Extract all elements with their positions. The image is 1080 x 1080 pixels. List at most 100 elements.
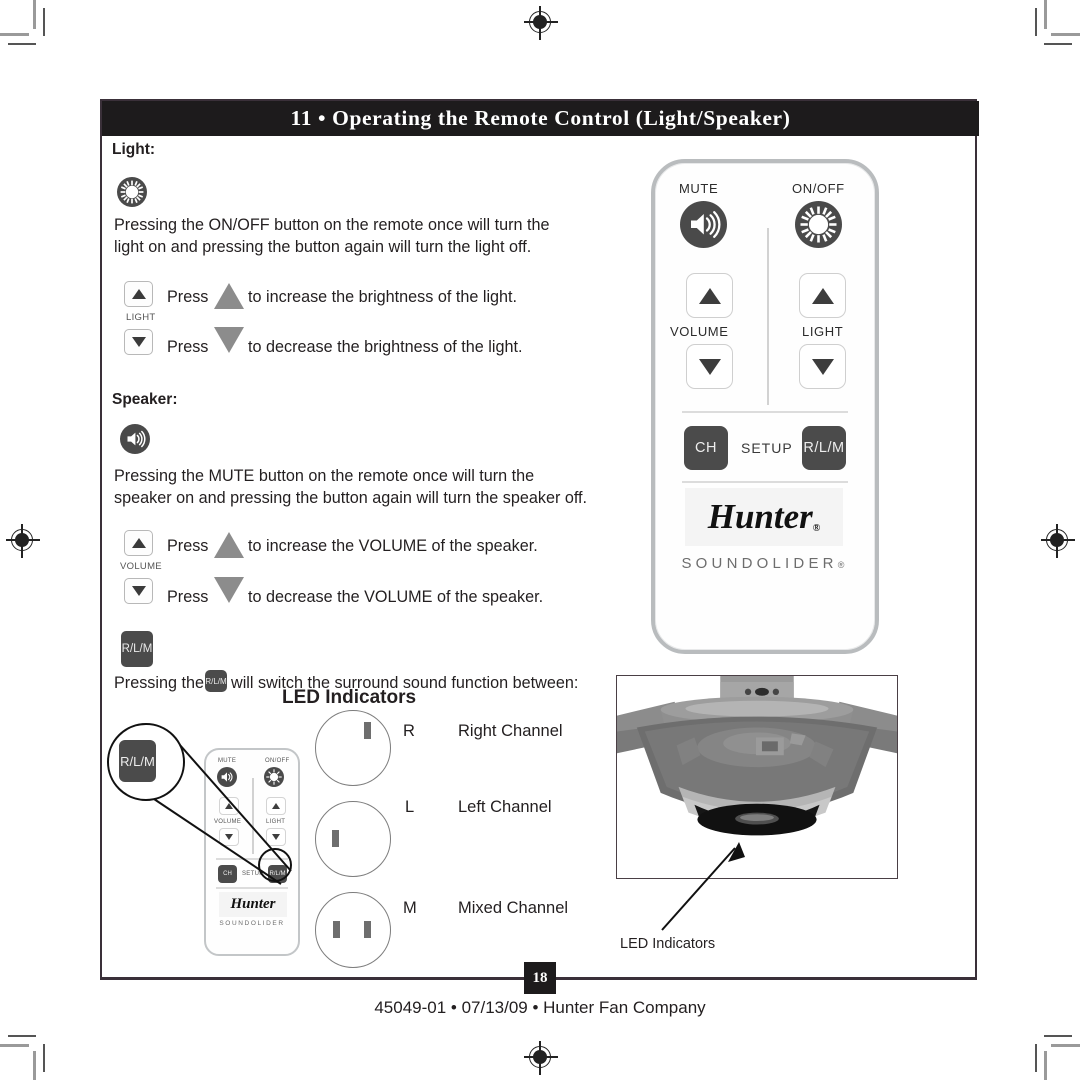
- crop-mark-br-h: [1051, 1044, 1080, 1047]
- led-light-mixed-b: [364, 921, 371, 938]
- remote-ch-button[interactable]: CH: [684, 426, 728, 470]
- volume-keycap-group-label: VOLUME: [120, 561, 162, 572]
- light-row-0-triangle-up-icon: [214, 283, 244, 309]
- soundolider-wordmark-small: SOUNDOLIDER: [219, 920, 285, 927]
- triangle-up-icon: [272, 803, 280, 809]
- hunter-wordmark-small: Hunter: [230, 896, 276, 912]
- led-light-left: [332, 830, 339, 847]
- remote-onoff-button[interactable]: [795, 201, 842, 248]
- page-number-badge: 18: [524, 962, 556, 994]
- footer-text: 45049-01 • 07/13/09 • Hunter Fan Company: [374, 998, 706, 1017]
- remote-small-ch-button[interactable]: CH: [218, 865, 237, 883]
- led-name-left: Left Channel: [458, 798, 552, 816]
- remote-volume-down-button[interactable]: [686, 344, 733, 389]
- ceiling-fan-photo-svg: [617, 676, 897, 878]
- remote-light-down-button[interactable]: [799, 344, 846, 389]
- led-indicators-heading: LED Indicators: [282, 687, 417, 708]
- soundolider-registered-mark: ®: [837, 560, 849, 570]
- speaker-row-1-triangle-down-icon: [214, 577, 244, 603]
- crop-mark-br-h2: [1044, 1035, 1072, 1037]
- remote-small-divider-lower: [216, 887, 288, 889]
- led-light-mixed-a: [333, 921, 340, 938]
- remote-small-volume-label: VOLUME: [214, 819, 242, 825]
- registration-mark-bottom: [524, 1041, 558, 1075]
- registration-mark-top: [524, 6, 558, 40]
- hunter-registered-mark: ®: [812, 523, 821, 534]
- sun-icon-svg: [800, 206, 837, 243]
- remote-small-onoff-button[interactable]: [264, 767, 284, 787]
- triangle-up-icon: [131, 289, 146, 299]
- remote-small-volume-down-button[interactable]: [219, 828, 239, 846]
- registration-mark-right: [1041, 524, 1075, 558]
- speaker-icon-svg: [691, 211, 721, 238]
- light-row-0-press: Press: [167, 288, 209, 306]
- light-up-keycap[interactable]: [124, 281, 153, 307]
- crop-mark-br-v2: [1035, 1044, 1037, 1072]
- crop-mark-bl-v: [33, 1051, 36, 1080]
- speaker-row-0-text: to increase the VOLUME of the speaker.: [248, 537, 538, 555]
- remote-light-up-button[interactable]: [799, 273, 846, 318]
- remote-small-volume-up-button[interactable]: [219, 797, 239, 815]
- remote-small-light-up-button[interactable]: [266, 797, 286, 815]
- speaker-icon-svg: [127, 430, 146, 448]
- remote-control-illustration: MUTE ON/OFF VOLUME LIGHT CH SETUP R/L/M …: [651, 159, 879, 654]
- remote-divider-upper: [682, 411, 848, 413]
- hunter-logo-small: Hunter: [219, 892, 287, 917]
- light-paragraph: Pressing the ON/OFF button on the remote…: [114, 216, 550, 256]
- speaker-row-0-triangle-up-icon: [214, 532, 244, 558]
- crop-mark-tr-v2: [1035, 8, 1037, 36]
- triangle-down-icon: [811, 358, 834, 375]
- crop-mark-bl-h2: [8, 1035, 36, 1037]
- led-name-mixed: Mixed Channel: [458, 899, 569, 917]
- remote-light-label: LIGHT: [802, 324, 844, 339]
- remote-mute-button[interactable]: [680, 201, 727, 248]
- remote-small-light-label: LIGHT: [266, 819, 286, 825]
- remote-small-mute-button[interactable]: [217, 767, 237, 787]
- led-circle-mixed: [315, 892, 391, 968]
- crop-mark-br-v: [1044, 1051, 1047, 1080]
- led-letter-left: L: [405, 798, 415, 816]
- remote-small-center-divider: [252, 778, 254, 854]
- soundolider-wordmark: SOUNDOLIDER®: [655, 555, 875, 572]
- triangle-down-icon: [131, 586, 146, 596]
- remote-volume-label: VOLUME: [670, 324, 729, 339]
- light-down-keycap[interactable]: [124, 329, 153, 355]
- led-letter-mixed: M: [403, 899, 417, 917]
- speaker-icon: [120, 424, 150, 454]
- led-light-right: [364, 722, 371, 739]
- remote-volume-up-button[interactable]: [686, 273, 733, 318]
- triangle-up-icon: [811, 287, 834, 304]
- light-row-1-text: to decrease the brightness of the light.: [248, 338, 523, 356]
- remote-center-divider: [767, 228, 769, 405]
- triangle-down-icon: [272, 834, 280, 840]
- rlm-inline-keycap[interactable]: R/L/M: [205, 670, 227, 692]
- light-row-1-triangle-down-icon: [214, 327, 244, 353]
- sun-icon: [117, 177, 147, 207]
- crop-mark-tr-h2: [1044, 43, 1072, 45]
- remote-rlm-button[interactable]: R/L/M: [802, 426, 846, 470]
- triangle-up-icon: [225, 803, 233, 809]
- page-title-bar: 11 • Operating the Remote Control (Light…: [102, 101, 979, 136]
- crop-mark-tl-v2: [43, 8, 45, 36]
- led-circle-right: [315, 710, 391, 786]
- rlm-highlight-ring: [258, 848, 292, 882]
- light-row-1-press: Press: [167, 338, 209, 356]
- speaker-paragraph: Pressing the MUTE button on the remote o…: [114, 467, 588, 507]
- light-keycap-group-label: LIGHT: [126, 312, 156, 323]
- triangle-up-icon: [698, 287, 721, 304]
- remote-mute-label: MUTE: [679, 181, 719, 196]
- volume-up-keycap[interactable]: [124, 530, 153, 556]
- remote-small-light-down-button[interactable]: [266, 828, 286, 846]
- hunter-wordmark: Hunter: [707, 497, 813, 536]
- crop-mark-tr-v: [1044, 0, 1047, 29]
- photo-caption: LED Indicators: [620, 936, 716, 952]
- crop-mark-tl-v: [33, 0, 36, 29]
- rlm-callout-keycap[interactable]: R/L/M: [119, 740, 156, 782]
- volume-down-keycap[interactable]: [124, 578, 153, 604]
- manual-page: 11 • Operating the Remote Control (Light…: [0, 0, 1080, 1080]
- rlm-keycap[interactable]: R/L/M: [121, 631, 153, 667]
- rlm-sentence-before: Pressing the: [114, 674, 204, 692]
- crop-mark-bl-h: [0, 1044, 29, 1047]
- remote-setup-label: SETUP: [741, 440, 793, 456]
- remote-onoff-label: ON/OFF: [792, 181, 845, 196]
